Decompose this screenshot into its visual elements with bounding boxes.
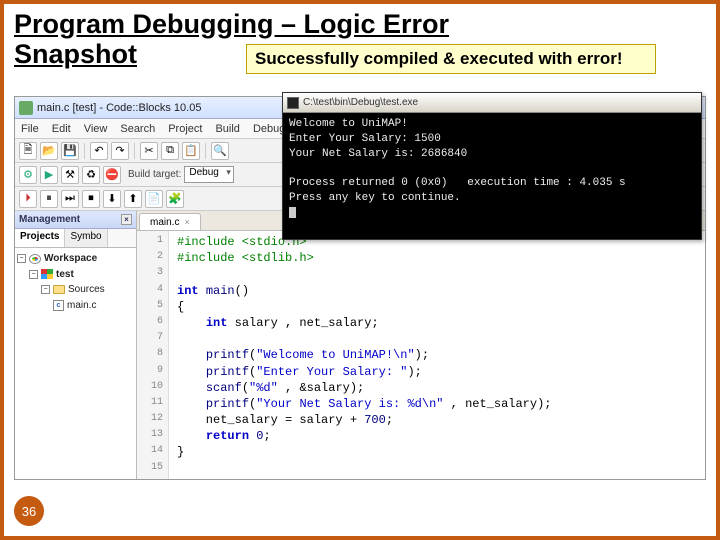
- editor-area: main.c × 123456789101112131415 #include …: [137, 211, 705, 479]
- codeblocks-icon: [19, 101, 33, 115]
- callout-banner: Successfully compiled & executed with er…: [246, 44, 656, 74]
- editor-tab-mainc[interactable]: main.c ×: [139, 213, 201, 230]
- save-icon[interactable]: 💾: [61, 142, 79, 160]
- project-icon: [41, 269, 53, 279]
- copy-icon[interactable]: ⧉: [161, 142, 179, 160]
- menu-debug[interactable]: Debug: [253, 123, 285, 135]
- menu-view[interactable]: View: [84, 123, 108, 135]
- console-window[interactable]: C:\test\bin\Debug\test.exe Welcome to Un…: [282, 92, 702, 240]
- page-number: 36: [14, 496, 44, 526]
- menu-build[interactable]: Build: [215, 123, 239, 135]
- management-panel: Management × Projects Symbo − Workspace …: [15, 211, 137, 479]
- management-tabs: Projects Symbo: [15, 229, 136, 248]
- separator: [134, 143, 135, 159]
- find-icon[interactable]: 🔍: [211, 142, 229, 160]
- debug-start-icon[interactable]: ⏵: [19, 190, 37, 208]
- tab-symbols[interactable]: Symbo: [65, 229, 107, 247]
- run-icon[interactable]: ▶: [40, 166, 58, 184]
- separator: [84, 143, 85, 159]
- project-tree: − Workspace − test − Sources: [15, 248, 136, 479]
- editor-tab-label: main.c: [150, 217, 179, 228]
- debug-stop-icon[interactable]: ⏹: [82, 190, 100, 208]
- management-header[interactable]: Management ×: [15, 211, 136, 229]
- debug-pause-icon[interactable]: ⏸: [40, 190, 58, 208]
- console-output: Welcome to UniMAP! Enter Your Salary: 15…: [283, 113, 701, 225]
- tab-projects[interactable]: Projects: [15, 229, 65, 247]
- ide-window-title: main.c [test] - Code::Blocks 10.05: [37, 102, 201, 114]
- build-icon[interactable]: ⚙: [19, 166, 37, 184]
- close-tab-icon[interactable]: ×: [184, 217, 189, 227]
- console-icon: [287, 97, 299, 109]
- ide-body: Management × Projects Symbo − Workspace …: [15, 211, 705, 479]
- tree-workspace[interactable]: − Workspace: [17, 251, 134, 267]
- menu-search[interactable]: Search: [120, 123, 155, 135]
- debug-watch-icon[interactable]: 🧩: [166, 190, 184, 208]
- workspace-icon: [29, 254, 41, 264]
- project-label: test: [56, 267, 74, 283]
- management-title: Management: [19, 214, 80, 225]
- tree-project[interactable]: − test: [17, 267, 134, 283]
- cut-icon[interactable]: ✂: [140, 142, 158, 160]
- source-code[interactable]: #include <stdio.h> #include <stdlib.h> i…: [169, 231, 552, 479]
- menu-file[interactable]: File: [21, 123, 39, 135]
- title-line-2: Snapshot: [14, 39, 137, 69]
- code-editor[interactable]: 123456789101112131415 #include <stdio.h>…: [137, 231, 705, 479]
- redo-icon[interactable]: ↷: [111, 142, 129, 160]
- collapse-icon[interactable]: −: [29, 270, 38, 279]
- menu-edit[interactable]: Edit: [52, 123, 71, 135]
- title-line-1: Program Debugging – Logic Error: [14, 9, 449, 39]
- open-icon[interactable]: 📂: [40, 142, 58, 160]
- collapse-icon[interactable]: −: [41, 285, 50, 294]
- c-file-icon: c: [53, 300, 64, 311]
- close-icon[interactable]: ×: [121, 214, 132, 225]
- build-target-label: Build target:: [128, 169, 181, 180]
- file-label: main.c: [67, 298, 96, 314]
- build-run-icon[interactable]: ⚒: [61, 166, 79, 184]
- console-titlebar[interactable]: C:\test\bin\Debug\test.exe: [283, 93, 701, 113]
- new-file-icon[interactable]: 🗎: [19, 142, 37, 160]
- debug-stepout-icon[interactable]: ⬆: [124, 190, 142, 208]
- build-target-select[interactable]: Debug: [184, 166, 233, 183]
- debug-stepinto-icon[interactable]: ⬇: [103, 190, 121, 208]
- abort-icon[interactable]: ⛔: [103, 166, 121, 184]
- workspace-label: Workspace: [44, 251, 97, 267]
- menu-project[interactable]: Project: [168, 123, 202, 135]
- folder-icon: [53, 285, 65, 294]
- console-title-text: C:\test\bin\Debug\test.exe: [303, 97, 418, 108]
- debug-next-icon[interactable]: ⏭: [61, 190, 79, 208]
- debug-info-icon[interactable]: 📄: [145, 190, 163, 208]
- folder-label: Sources: [68, 282, 105, 298]
- line-gutter: 123456789101112131415: [137, 231, 169, 479]
- tree-folder-sources[interactable]: − Sources: [17, 282, 134, 298]
- slide-content: Program Debugging – Logic Error Snapshot…: [14, 10, 706, 526]
- undo-icon[interactable]: ↶: [90, 142, 108, 160]
- paste-icon[interactable]: 📋: [182, 142, 200, 160]
- rebuild-icon[interactable]: ♻: [82, 166, 100, 184]
- separator: [205, 143, 206, 159]
- collapse-icon[interactable]: −: [17, 254, 26, 263]
- tree-file-mainc[interactable]: c main.c: [17, 298, 134, 314]
